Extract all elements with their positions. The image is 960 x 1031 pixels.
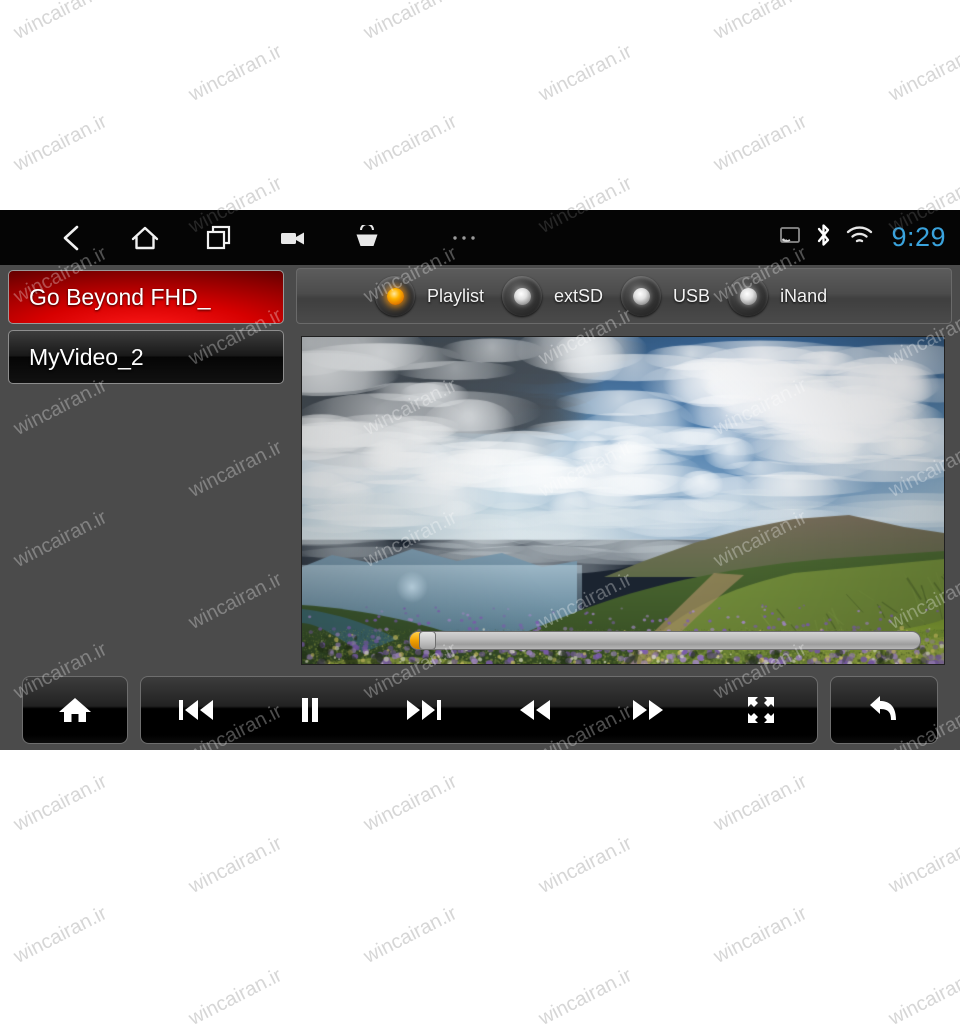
watermark-text: wincairan.ir	[710, 110, 811, 176]
watermark-text: wincairan.ir	[710, 902, 811, 968]
back-icon[interactable]	[34, 210, 108, 265]
watermark-text: wincairan.ir	[185, 964, 286, 1030]
source-option-extsd[interactable]: extSD	[502, 276, 603, 316]
playlist-item-label: MyVideo_2	[29, 343, 144, 370]
watermark-text: wincairan.ir	[885, 40, 960, 106]
recents-icon[interactable]	[182, 210, 256, 265]
playback-button-panel	[140, 676, 818, 744]
source-option-label: Playlist	[427, 285, 485, 306]
back-button-panel	[830, 676, 938, 744]
more-icon[interactable]	[404, 210, 524, 265]
video-frame-image	[302, 337, 944, 664]
radio-led-off-icon	[728, 276, 769, 316]
home-button-panel	[22, 676, 128, 744]
watermark-text: wincairan.ir	[535, 40, 636, 106]
source-option-label: extSD	[554, 285, 604, 306]
pause-button[interactable]	[254, 676, 367, 744]
watermark-text: wincairan.ir	[360, 0, 461, 44]
source-option-label: iNand	[780, 285, 828, 306]
playlist-sidebar: Go Beyond FHD_ MyVideo_2	[0, 265, 292, 670]
watermark-text: wincairan.ir	[535, 964, 636, 1030]
bluetooth-icon	[814, 222, 833, 253]
watermark-text: wincairan.ir	[360, 902, 461, 968]
watermark-text: wincairan.ir	[535, 832, 636, 898]
source-option-label: USB	[673, 285, 711, 306]
return-button[interactable]	[831, 676, 937, 744]
rewind-button[interactable]	[479, 676, 592, 744]
cast-icon	[779, 226, 801, 249]
watermark-text: wincairan.ir	[10, 110, 111, 176]
source-option-inand[interactable]: iNand	[728, 276, 827, 316]
android-status-bar: 9:29	[0, 210, 960, 265]
watermark-text: wincairan.ir	[10, 770, 111, 836]
navigation-button-group	[34, 210, 524, 265]
watermark-text: wincairan.ir	[360, 110, 461, 176]
radio-led-off-icon	[502, 276, 543, 316]
wifi-icon	[846, 225, 873, 251]
home-button[interactable]	[23, 676, 127, 744]
watermark-text: wincairan.ir	[885, 964, 960, 1030]
car-head-unit-screen: 9:29 Go Beyond FHD_ MyVideo_2 Playlist e…	[0, 210, 960, 750]
video-surface[interactable]	[301, 336, 945, 665]
watermark-text: wincairan.ir	[10, 0, 111, 44]
fast-forward-button[interactable]	[592, 676, 705, 744]
watermark-text: wincairan.ir	[360, 770, 461, 836]
playlist-item[interactable]: MyVideo_2	[8, 330, 284, 384]
previous-track-button[interactable]	[141, 676, 254, 744]
watermark-text: wincairan.ir	[885, 832, 960, 898]
playlist-item-selected[interactable]: Go Beyond FHD_	[8, 270, 284, 324]
fullscreen-button[interactable]	[704, 676, 817, 744]
watermark-text: wincairan.ir	[10, 902, 111, 968]
camera-icon[interactable]	[256, 210, 330, 265]
radio-led-off-icon	[621, 276, 662, 316]
transport-control-bar	[0, 672, 960, 750]
next-track-button[interactable]	[366, 676, 479, 744]
status-clock: 9:29	[891, 222, 946, 252]
source-option-playlist[interactable]: Playlist	[375, 276, 484, 316]
video-seek-bar[interactable]	[409, 631, 921, 650]
basket-icon[interactable]	[330, 210, 404, 265]
playlist-item-label: Go Beyond FHD_	[29, 283, 211, 310]
watermark-text: wincairan.ir	[710, 0, 811, 44]
seek-thumb-handle[interactable]	[419, 632, 436, 649]
radio-led-on-icon	[375, 276, 415, 316]
watermark-text: wincairan.ir	[185, 40, 286, 106]
watermark-text: wincairan.ir	[710, 770, 811, 836]
source-selector-bar: Playlist extSD USB iNand	[296, 268, 952, 324]
home-icon[interactable]	[108, 210, 182, 265]
source-option-usb[interactable]: USB	[621, 276, 710, 316]
watermark-text: wincairan.ir	[185, 832, 286, 898]
status-indicator-group: 9:29	[779, 210, 946, 265]
